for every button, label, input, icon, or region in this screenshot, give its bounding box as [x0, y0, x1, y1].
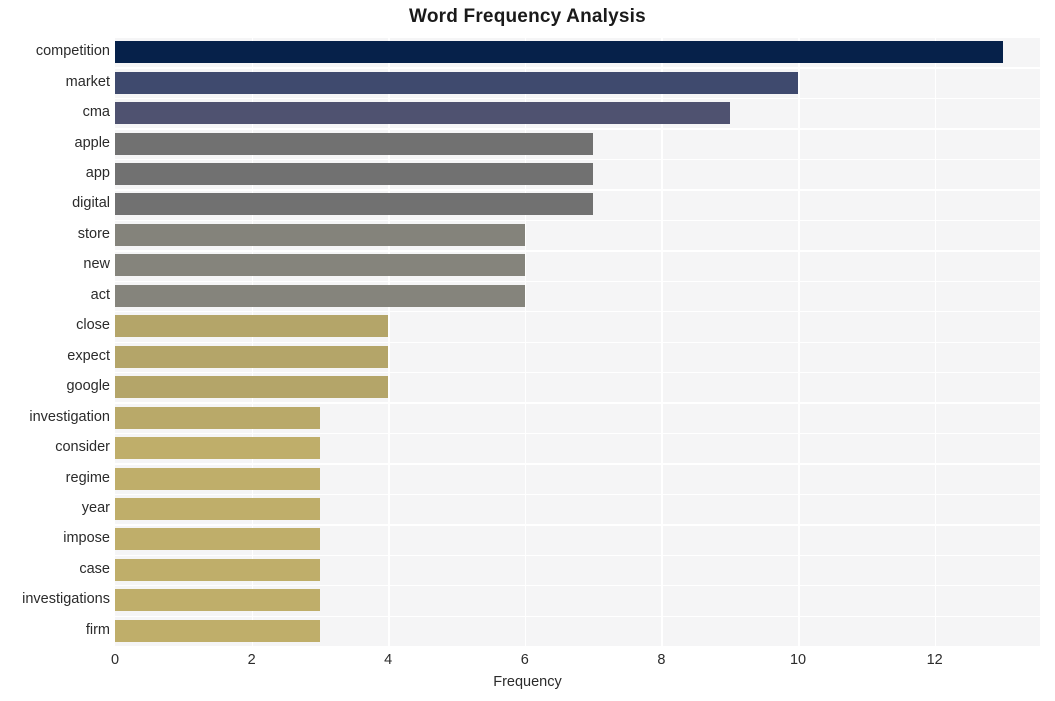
x-tick-label: 2	[247, 652, 256, 668]
y-gridline	[115, 432, 1040, 435]
bar	[115, 376, 389, 399]
x-axis-tick-labels: 0 2 4 6 8 10 12	[0, 646, 1055, 676]
y-tick-label: year	[81, 499, 110, 516]
chart-title: Word Frequency Analysis	[409, 6, 646, 27]
y-tick-label: expect	[67, 347, 110, 364]
bar	[115, 619, 320, 642]
y-tick-label: competition	[35, 43, 110, 60]
x-tick-label: 12	[926, 652, 943, 668]
y-tick-label: apple	[74, 134, 110, 151]
bar	[115, 345, 389, 368]
y-tick-label: store	[77, 225, 110, 242]
y-gridline	[115, 615, 1040, 617]
y-gridline	[115, 493, 1040, 496]
y-tick-label: google	[66, 378, 110, 395]
y-tick-label: consider	[55, 439, 110, 456]
bar	[115, 193, 594, 216]
y-gridline	[115, 524, 1040, 526]
y-gridline	[115, 311, 1040, 313]
bar	[115, 254, 525, 277]
bar	[115, 589, 320, 612]
bar	[115, 315, 389, 338]
x-tick-label: 4	[384, 652, 393, 668]
bar	[115, 163, 594, 186]
x-axis-title: Frequency	[493, 674, 562, 690]
x-tick-label: 0	[110, 652, 120, 668]
y-axis-tick-labels: competition market cma apple app digital store…	[0, 37, 115, 646]
y-gridline	[115, 128, 1040, 130]
y-gridline	[115, 67, 1040, 69]
bar	[115, 467, 320, 490]
x-tick-label: 6	[520, 652, 529, 668]
y-tick-label: app	[85, 165, 110, 182]
bar	[115, 497, 320, 520]
y-tick-label: market	[65, 73, 110, 90]
y-tick-label: case	[79, 560, 110, 577]
y-gridline	[115, 402, 1040, 404]
y-tick-label: cma	[82, 104, 110, 121]
y-gridline	[115, 219, 1040, 222]
plot-area	[115, 37, 1040, 648]
y-tick-label: impose	[63, 530, 110, 547]
bar	[115, 558, 320, 581]
y-tick-label: regime	[65, 469, 110, 486]
y-gridline	[115, 97, 1040, 100]
y-gridline	[115, 189, 1040, 191]
y-gridline	[115, 463, 1040, 465]
bar	[115, 528, 320, 551]
y-tick-label: investigations	[22, 591, 110, 608]
y-gridline	[115, 371, 1040, 374]
bar	[115, 41, 1003, 64]
y-tick-label: close	[76, 317, 110, 334]
y-gridline	[115, 280, 1040, 282]
x-tick-label: 10	[789, 652, 807, 668]
bar	[115, 437, 320, 460]
y-tick-label: firm	[85, 621, 110, 638]
word-frequency-bar-chart: Word Frequency Analysis competition marke…	[0, 0, 1055, 701]
y-gridline	[115, 250, 1040, 252]
bar	[115, 223, 525, 246]
y-gridline	[115, 585, 1040, 587]
y-tick-label: act	[90, 286, 110, 303]
y-tick-label: new	[83, 256, 110, 273]
y-gridline	[115, 341, 1040, 343]
bar	[115, 406, 320, 429]
bar	[115, 102, 730, 125]
y-gridline	[115, 554, 1040, 557]
bar	[115, 132, 594, 155]
y-tick-label: digital	[72, 195, 110, 212]
bar	[115, 71, 799, 94]
bar	[115, 284, 525, 307]
x-tick-label: 8	[657, 652, 666, 668]
y-gridline	[115, 158, 1040, 161]
y-gridline	[115, 37, 1040, 39]
y-tick-label: investigation	[29, 408, 110, 425]
